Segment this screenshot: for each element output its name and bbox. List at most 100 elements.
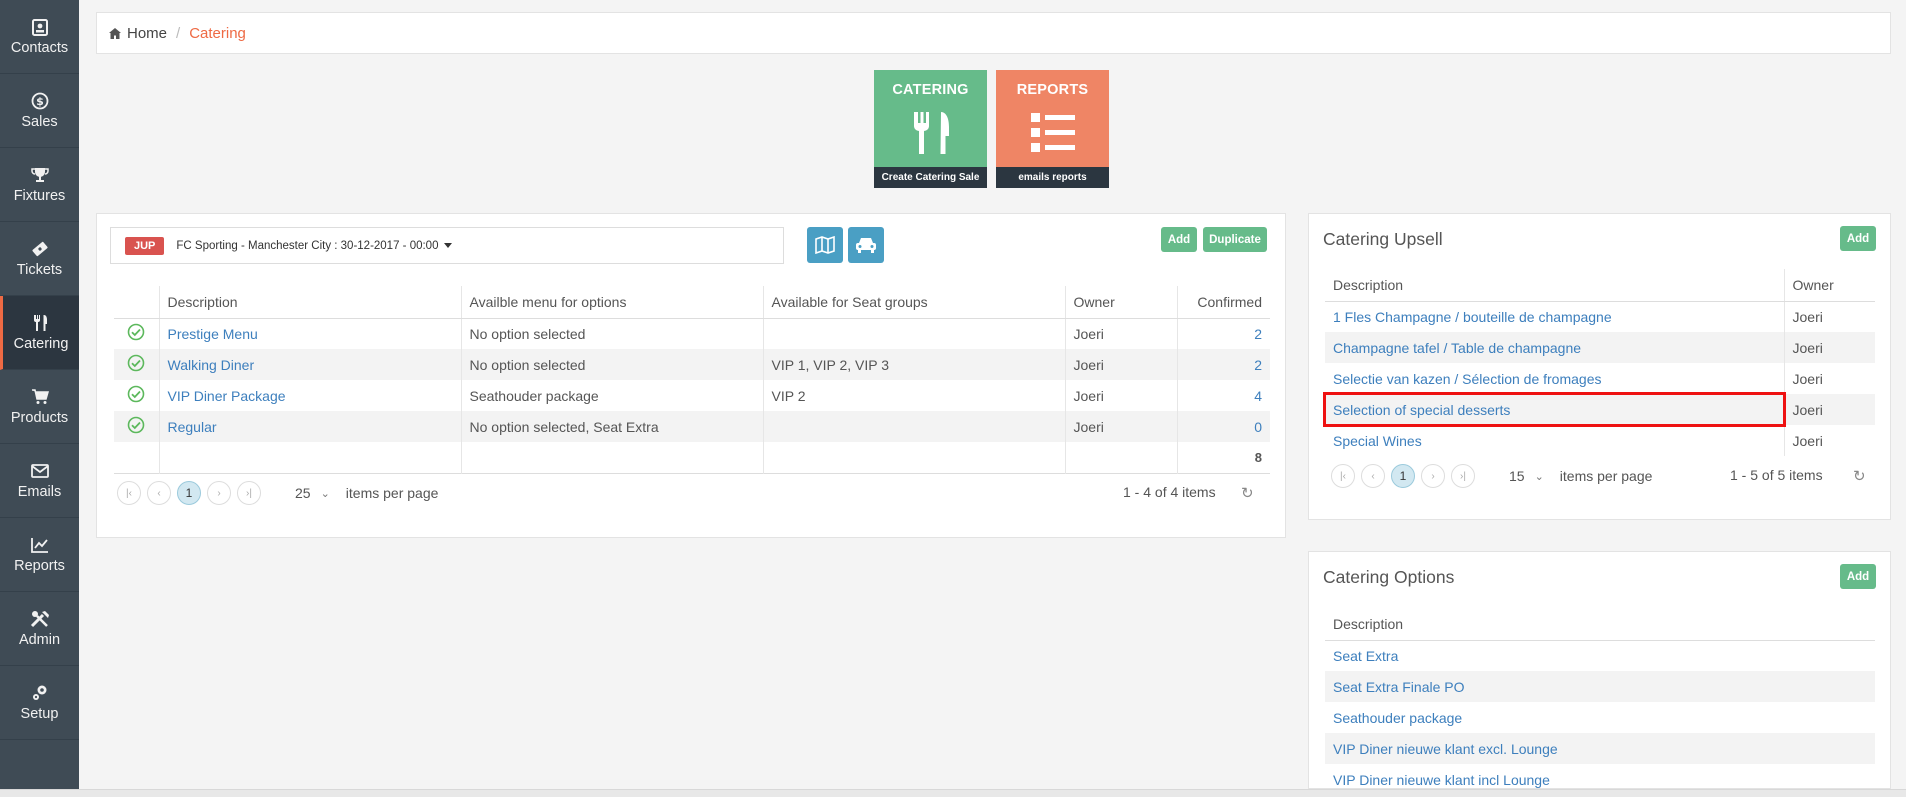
package-link[interactable]: Prestige Menu <box>168 326 258 342</box>
column-header[interactable]: Available for Seat groups <box>762 286 1065 319</box>
table-row: VIP Diner nieuwe klant excl. Lounge <box>1325 733 1875 764</box>
page-size-selector[interactable]: 25 ⌄ items per page <box>295 485 438 501</box>
confirmed-link[interactable]: 2 <box>1254 357 1262 373</box>
option-link[interactable]: VIP Diner nieuwe klant excl. Lounge <box>1333 741 1558 757</box>
package-link[interactable]: VIP Diner Package <box>168 388 286 404</box>
column-header[interactable]: Description <box>158 286 461 319</box>
upsell-link[interactable]: Special Wines <box>1333 433 1422 449</box>
option-link[interactable]: Seat Extra Finale PO <box>1333 679 1465 695</box>
sidebar-item-products[interactable]: Products <box>0 370 79 444</box>
next-page-icon[interactable]: › <box>1421 464 1445 488</box>
add-upsell-button[interactable]: Add <box>1840 226 1876 251</box>
column-header[interactable]: Availble menu for options <box>460 286 763 319</box>
sidebar-item-setup[interactable]: Setup <box>0 666 79 740</box>
package-link[interactable]: Walking Diner <box>168 357 255 373</box>
trophy-icon <box>30 165 50 185</box>
upsell-link[interactable]: Selectie van kazen / Sélection de fromag… <box>1333 371 1602 387</box>
option-link[interactable]: Seat Extra <box>1333 648 1398 664</box>
caret-down-icon <box>444 243 453 248</box>
map-button[interactable] <box>807 227 843 263</box>
seat-groups-cell: VIP 1, VIP 2, VIP 3 <box>762 349 1065 380</box>
packages-pager-info: 1 - 4 of 4 items <box>1123 484 1216 500</box>
column-header[interactable]: Description <box>1325 269 1784 302</box>
owner-cell: Joeri <box>1783 332 1875 363</box>
options-title: Catering Options <box>1323 567 1455 587</box>
current-page-button[interactable]: 1 <box>177 481 201 505</box>
confirmed-link[interactable]: 4 <box>1254 388 1262 404</box>
gears-icon <box>30 683 50 703</box>
option-link[interactable]: VIP Diner nieuwe klant incl Lounge <box>1333 772 1550 788</box>
sidebar-item-catering[interactable]: Catering <box>0 296 79 370</box>
sidebar-item-fixtures[interactable]: Fixtures <box>0 148 79 222</box>
cart-icon <box>30 387 50 407</box>
table-row: Regular No option selected, Seat Extra J… <box>114 411 1270 442</box>
reports-tile-title: REPORTS <box>1016 82 1089 98</box>
breadcrumb: Home / Catering <box>96 12 1891 54</box>
confirmed-link[interactable]: 0 <box>1254 419 1262 435</box>
last-page-icon[interactable]: ›| <box>237 481 261 505</box>
seat-groups-cell <box>762 411 1065 442</box>
packages-table: Description Availble menu for options Av… <box>114 286 1270 474</box>
current-page-button[interactable]: 1 <box>1391 464 1415 488</box>
column-header[interactable]: Owner <box>1783 269 1875 302</box>
column-header[interactable]: Owner <box>1064 286 1177 319</box>
column-header[interactable]: Confirmed <box>1176 286 1270 319</box>
menu-cell: No option selected <box>460 349 763 380</box>
package-link[interactable]: Regular <box>168 419 217 435</box>
owner-cell: Joeri <box>1783 363 1875 394</box>
upsell-link[interactable]: Selection of special desserts <box>1333 402 1510 418</box>
refresh-icon[interactable]: ↻ <box>1241 484 1254 502</box>
page-size-value: 15 <box>1509 468 1525 484</box>
duplicate-button[interactable]: Duplicate <box>1203 227 1267 252</box>
upsell-link[interactable]: 1 Fles Champagne / bouteille de champagn… <box>1333 309 1612 325</box>
catering-upsell-panel: Catering Upsell Add Description Owner 1 … <box>1308 213 1891 520</box>
sidebar-item-sales[interactable]: $ Sales <box>0 74 79 148</box>
first-page-icon[interactable]: |‹ <box>117 481 141 505</box>
menu-cell: No option selected, Seat Extra <box>460 411 763 442</box>
event-selector[interactable]: JUP FC Sporting - Manchester City : 30-1… <box>110 227 784 264</box>
sidebar-item-contacts[interactable]: Contacts <box>0 0 79 74</box>
option-link[interactable]: Seathouder package <box>1333 710 1462 726</box>
add-package-button[interactable]: Add <box>1161 227 1197 252</box>
breadcrumb-home[interactable]: Home <box>109 25 167 42</box>
reports-tile[interactable]: REPORTS emails reports <box>996 70 1109 188</box>
sidebar-item-reports[interactable]: Reports <box>0 518 79 592</box>
sidebar-item-emails[interactable]: Emails <box>0 444 79 518</box>
table-row: Selectie van kazen / Sélection de fromag… <box>1325 363 1875 394</box>
sidebar-item-label: Admin <box>18 632 61 648</box>
breadcrumb-home-label: Home <box>127 24 168 42</box>
menu-cell: No option selected <box>460 318 763 349</box>
tools-icon <box>30 609 50 629</box>
sidebar: Contacts $ Sales Fixtures Tickets Cateri… <box>0 0 79 797</box>
upsell-link[interactable]: Champagne tafel / Table de champagne <box>1333 340 1581 356</box>
table-row: Seathouder package <box>1325 702 1875 733</box>
first-page-icon[interactable]: |‹ <box>1331 464 1355 488</box>
sidebar-item-admin[interactable]: Admin <box>0 592 79 666</box>
highlighted-cell: Selection of special desserts <box>1323 392 1786 427</box>
menu-cell: Seathouder package <box>460 380 763 411</box>
page-size-selector[interactable]: 15 ⌄ items per page <box>1509 468 1652 484</box>
status-column-header <box>114 286 159 319</box>
owner-cell: Joeri <box>1064 380 1177 411</box>
sidebar-item-label: Reports <box>14 558 65 574</box>
catering-tile-footer: Create Catering Sale <box>874 167 987 188</box>
sidebar-item-tickets[interactable]: Tickets <box>0 222 79 296</box>
catering-tile[interactable]: CATERING Create Catering Sale <box>874 70 987 188</box>
column-header[interactable]: Description <box>1325 608 1875 641</box>
refresh-icon[interactable]: ↻ <box>1853 467 1866 485</box>
sidebar-item-label: Catering <box>13 336 69 352</box>
prev-page-icon[interactable]: ‹ <box>1361 464 1385 488</box>
check-circle-icon <box>127 354 145 372</box>
upsell-pager: |‹ ‹ 1 › ›| 15 ⌄ items per page <box>1331 464 1652 488</box>
add-option-button[interactable]: Add <box>1840 564 1876 589</box>
horizontal-scrollbar[interactable] <box>0 789 1906 797</box>
upsell-table: Description Owner 1 Fles Champagne / bou… <box>1323 269 1875 456</box>
car-button[interactable] <box>848 227 884 263</box>
catering-tile-title: CATERING <box>892 82 969 98</box>
next-page-icon[interactable]: › <box>207 481 231 505</box>
table-row: Seat Extra Finale PO <box>1325 671 1875 702</box>
sidebar-item-label: Fixtures <box>13 188 66 204</box>
confirmed-link[interactable]: 2 <box>1254 326 1262 342</box>
last-page-icon[interactable]: ›| <box>1451 464 1475 488</box>
prev-page-icon[interactable]: ‹ <box>147 481 171 505</box>
